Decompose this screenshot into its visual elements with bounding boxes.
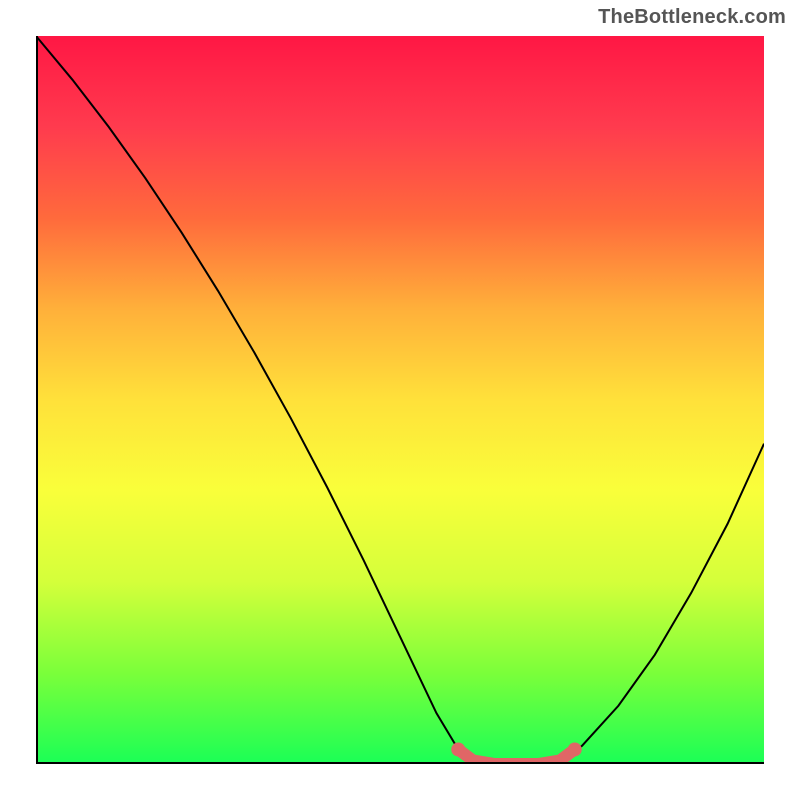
watermark-text: TheBottleneck.com (598, 6, 786, 29)
chart-frame: TheBottleneck.com (0, 0, 800, 800)
axis-box (36, 36, 764, 764)
